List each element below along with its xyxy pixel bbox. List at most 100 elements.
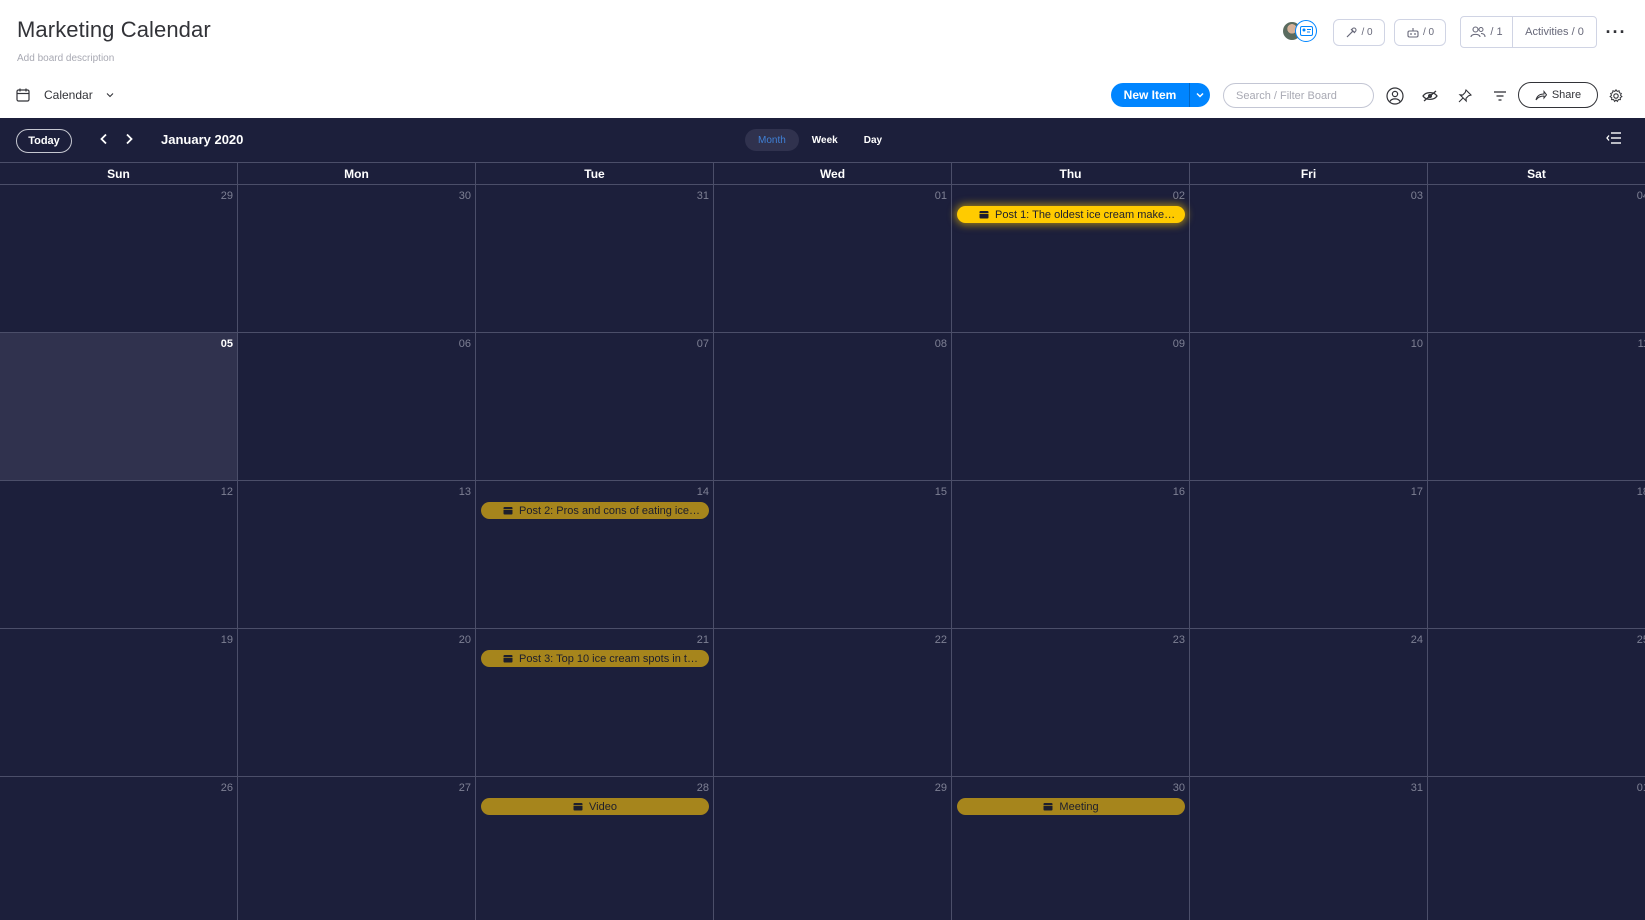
day-number: 13: [458, 486, 471, 498]
more-options-button[interactable]: ···: [1604, 22, 1628, 42]
chevron-down-icon: [1196, 92, 1204, 98]
calendar-event-pill[interactable]: Post 3: Top 10 ice cream spots in town: [481, 650, 709, 667]
calendar-day-cell[interactable]: 21 Post 3: Top 10 ice cream spots in town: [476, 629, 714, 776]
day-number: 20: [458, 634, 471, 646]
settings-button[interactable]: [1605, 85, 1627, 107]
share-button[interactable]: Share: [1518, 82, 1598, 108]
calendar-day-cell[interactable]: 01: [714, 185, 952, 332]
calendar-day-cell[interactable]: 18: [1428, 481, 1645, 628]
day-number: 08: [934, 338, 947, 350]
weekday-header-fri: Fri: [1190, 163, 1428, 184]
calendar-day-cell[interactable]: 04: [1428, 185, 1645, 332]
hide-button[interactable]: [1419, 85, 1441, 107]
calendar-day-cell[interactable]: 09: [952, 333, 1190, 480]
calendar-day-cell[interactable]: 24: [1190, 629, 1428, 776]
today-button[interactable]: Today: [16, 129, 72, 153]
calendar-day-cell[interactable]: 15: [714, 481, 952, 628]
members-button[interactable]: / 1: [1461, 17, 1513, 47]
mode-month-tab[interactable]: Month: [745, 129, 799, 151]
calendar-day-cell[interactable]: 02 Post 1: The oldest ice cream maker in …: [952, 185, 1190, 332]
activities-button[interactable]: Activities / 0: [1513, 17, 1596, 47]
weekday-header-tue: Tue: [476, 163, 714, 184]
view-selector-label: Calendar: [44, 88, 93, 102]
calendar-day-cell[interactable]: 27: [238, 777, 476, 920]
calendar-day-cell[interactable]: 10: [1190, 333, 1428, 480]
share-arrow-icon: [1535, 89, 1547, 100]
calendar-day-cell[interactable]: 06: [238, 333, 476, 480]
day-number: 31: [1410, 782, 1423, 794]
calendar-event-pill[interactable]: Post 2: Pros and cons of eating ice crea…: [481, 502, 709, 519]
calendar-day-cell[interactable]: 01: [1428, 777, 1645, 920]
board-title[interactable]: Marketing Calendar: [17, 17, 211, 43]
calendar-day-cell[interactable]: 30: [238, 185, 476, 332]
calendar-day-cell[interactable]: 14 Post 2: Pros and cons of eating ice cr…: [476, 481, 714, 628]
mode-week-tab[interactable]: Week: [799, 129, 851, 151]
share-label: Share: [1551, 89, 1582, 101]
calendar-day-cell[interactable]: 28 Video: [476, 777, 714, 920]
calendar-day-cell[interactable]: 08: [714, 333, 952, 480]
list-collapse-icon: [1606, 132, 1621, 144]
calendar-small-icon: [503, 507, 513, 515]
board-members-avatars[interactable]: [1281, 20, 1323, 44]
day-number: 06: [458, 338, 471, 350]
calendar-day-cell[interactable]: 03: [1190, 185, 1428, 332]
calendar-event-pill[interactable]: Post 1: The oldest ice cream maker in th…: [957, 206, 1185, 223]
mode-day-tab[interactable]: Day: [851, 129, 895, 151]
calendar-day-cell[interactable]: 30 Meeting: [952, 777, 1190, 920]
board-header: Marketing Calendar Add board description…: [0, 0, 1645, 118]
month-grid: 29 30 31 01 02 Post 1: The oldest ice cream m…: [0, 185, 1645, 920]
collapse-panel-button[interactable]: [1606, 131, 1624, 147]
calendar-day-cell[interactable]: 07: [476, 333, 714, 480]
calendar-day-cell[interactable]: 11: [1428, 333, 1645, 480]
filter-button[interactable]: [1489, 85, 1511, 107]
day-number: 21: [696, 634, 709, 646]
weekday-header-mon: Mon: [238, 163, 476, 184]
calendar-day-cell[interactable]: 13: [238, 481, 476, 628]
day-number: 29: [934, 782, 947, 794]
robot-icon: [1407, 27, 1419, 38]
calendar-day-cell[interactable]: 16: [952, 481, 1190, 628]
calendar-event-pill[interactable]: Meeting: [957, 798, 1185, 815]
previous-month-button[interactable]: [97, 132, 111, 146]
calendar-day-cell[interactable]: 31: [476, 185, 714, 332]
eye-icon: [1422, 90, 1438, 102]
calendar-day-cell[interactable]: 20: [238, 629, 476, 776]
automations-button[interactable]: / 0: [1394, 19, 1446, 46]
calendar-day-cell[interactable]: 26: [0, 777, 238, 920]
person-filter-button[interactable]: [1384, 85, 1406, 107]
calendar-day-cell[interactable]: 23: [952, 629, 1190, 776]
calendar-week-row: 19 20 21 Post 3: Top 10 ice cream spots in …: [0, 629, 1645, 777]
next-month-button[interactable]: [122, 132, 136, 146]
weekday-header-wed: Wed: [714, 163, 952, 184]
chevron-down-icon: [106, 93, 114, 98]
new-item-button[interactable]: New Item: [1111, 83, 1189, 107]
calendar-day-cell[interactable]: 12: [0, 481, 238, 628]
calendar-day-cell[interactable]: 22: [714, 629, 952, 776]
calendar-day-cell[interactable]: 17: [1190, 481, 1428, 628]
guest-avatar[interactable]: [1295, 20, 1317, 42]
pin-button[interactable]: [1454, 85, 1476, 107]
board-description[interactable]: Add board description: [17, 53, 114, 64]
view-selector[interactable]: Calendar: [16, 84, 115, 106]
calendar-day-cell[interactable]: 05: [0, 333, 238, 480]
integrations-button[interactable]: / 0: [1333, 19, 1385, 46]
calendar-day-cell[interactable]: 29: [714, 777, 952, 920]
members-activities-group: / 1 Activities / 0: [1460, 16, 1597, 48]
day-number: 29: [220, 190, 233, 202]
day-number: 30: [458, 190, 471, 202]
day-number: 01: [1636, 782, 1645, 794]
new-item-dropdown[interactable]: [1189, 83, 1210, 107]
day-number: 17: [1410, 486, 1423, 498]
calendar-event-pill[interactable]: Video: [481, 798, 709, 815]
calendar-day-cell[interactable]: 19: [0, 629, 238, 776]
search-input[interactable]: Search / Filter Board: [1223, 83, 1374, 108]
gear-icon: [1609, 89, 1623, 103]
day-number: 31: [696, 190, 709, 202]
integrations-count: / 0: [1361, 27, 1373, 38]
calendar-day-cell[interactable]: 25: [1428, 629, 1645, 776]
day-number: 19: [220, 634, 233, 646]
calendar-day-cell[interactable]: 29: [0, 185, 238, 332]
calendar-day-cell[interactable]: 31: [1190, 777, 1428, 920]
people-icon: [1470, 26, 1486, 38]
members-count: / 1: [1490, 26, 1503, 38]
